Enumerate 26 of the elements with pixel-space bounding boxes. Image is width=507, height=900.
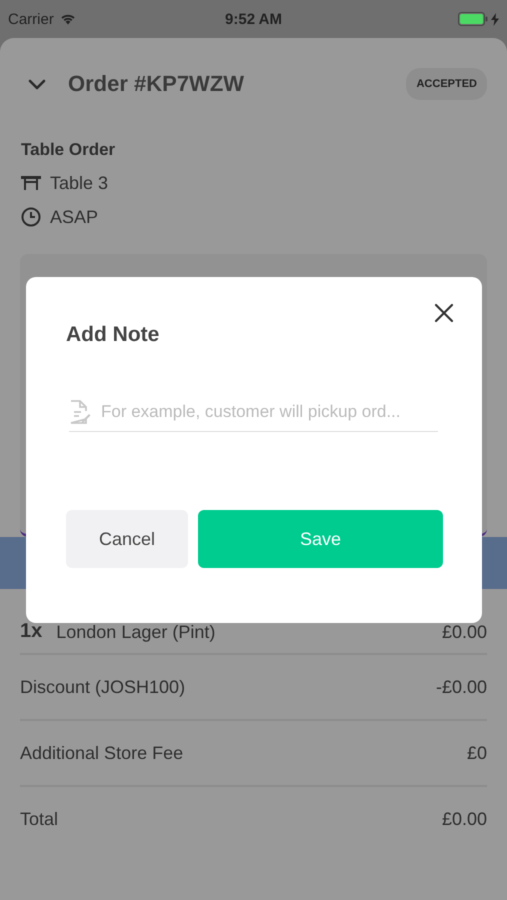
- line-amount: £0.00: [442, 622, 487, 643]
- item-quantity: 1x: [20, 620, 42, 643]
- note-input-field[interactable]: For example, customer will pickup ord...: [69, 399, 438, 432]
- line-label: London Lager (Pint): [56, 622, 216, 643]
- line-label: Discount (JOSH100): [20, 676, 186, 698]
- note-edit-icon: [69, 399, 91, 425]
- line-amount: £0.00: [442, 808, 487, 830]
- order-time: ASAP: [50, 206, 98, 228]
- line-amount: -£0.00: [436, 676, 487, 698]
- chevron-down-icon[interactable]: [28, 78, 46, 90]
- dialog-title: Add Note: [66, 323, 160, 347]
- clock-time: 9:52 AM: [225, 10, 282, 28]
- close-icon[interactable]: [434, 303, 454, 323]
- table-icon: [21, 176, 41, 190]
- clock-icon: [21, 207, 41, 227]
- carrier-name: Carrier: [8, 10, 54, 28]
- line-label: Additional Store Fee: [20, 742, 184, 764]
- status-badge: ACCEPTED: [406, 68, 487, 100]
- order-type: Table Order: [21, 140, 116, 160]
- table-number: Table 3: [50, 172, 108, 194]
- battery-icon: [458, 12, 488, 26]
- order-title: Order #KP7WZW: [68, 71, 246, 97]
- line-amount: £0: [466, 742, 487, 764]
- wifi-icon: [60, 13, 76, 25]
- line-label: Total: [20, 808, 60, 830]
- cancel-button[interactable]: Cancel: [66, 510, 188, 568]
